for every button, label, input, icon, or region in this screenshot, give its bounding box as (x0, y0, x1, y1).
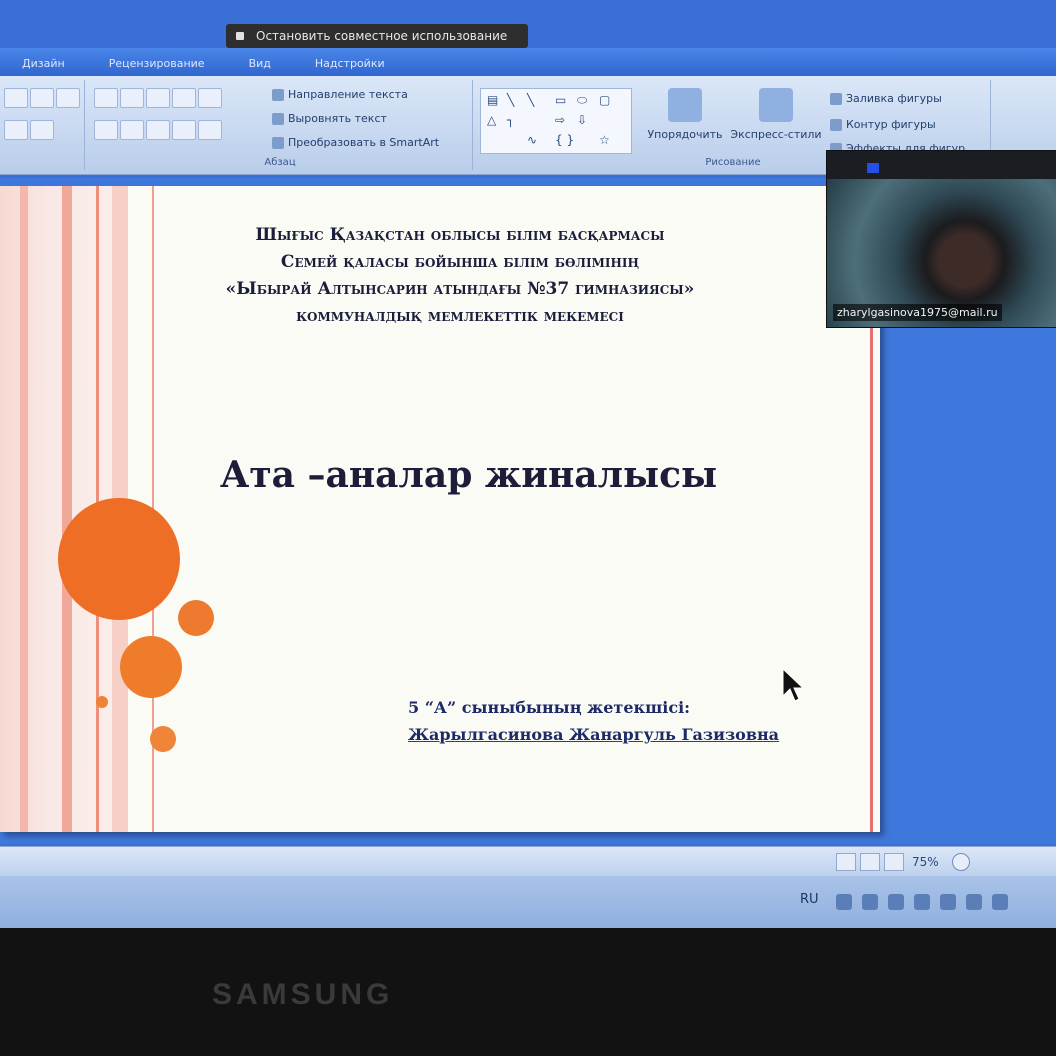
align-text-icon (272, 112, 284, 125)
slideshow-view-icon[interactable] (884, 853, 904, 871)
shape-fill-button[interactable]: Заливка фигуры (830, 92, 942, 105)
connector-shape-icon[interactable]: ┐ (507, 113, 514, 127)
textbox-shape-icon[interactable]: ▤ (487, 93, 498, 107)
smartart-icon (272, 136, 284, 149)
arrange-button[interactable]: Упорядочить (644, 88, 726, 141)
language-indicator[interactable]: RU (800, 892, 819, 907)
slide[interactable]: Шығыс Қазақстан облысы білім басқармасы … (0, 186, 880, 832)
paint-bucket-icon (830, 92, 842, 105)
tray-app-icon[interactable] (992, 894, 1008, 910)
tab-design[interactable]: Дизайн (0, 57, 87, 76)
rectangle-shape-icon[interactable]: ▭ (555, 93, 566, 107)
author-name: Жарылгасинова Жанаргуль Газизовна (408, 725, 780, 744)
text-direction-button[interactable]: Направление текста (272, 88, 408, 101)
shape-outline-button[interactable]: Контур фигуры (830, 118, 936, 131)
organization-header[interactable]: Шығыс Қазақстан облысы білім басқармасы … (130, 222, 790, 330)
line-spacing-button[interactable] (198, 88, 222, 108)
header-line: Шығыс Қазақстан облысы білім басқармасы (255, 225, 665, 245)
tab-view[interactable]: Вид (227, 57, 293, 76)
zoom-out-icon[interactable] (952, 853, 970, 871)
decrease-indent-button[interactable] (146, 88, 170, 108)
stop-sharing-label: Остановить совместное использование (256, 29, 508, 43)
align-right-button[interactable] (146, 120, 170, 140)
zoom-level[interactable]: 75% (912, 855, 939, 869)
slide-title[interactable]: Ата –аналар жиналысы (220, 454, 717, 496)
arrow-down-shape-icon[interactable]: ⇩ (577, 113, 587, 127)
align-center-button[interactable] (120, 120, 144, 140)
decor-stripe (20, 186, 28, 832)
decor-circle (96, 696, 108, 708)
clear-format-button[interactable] (56, 88, 80, 108)
decor-stripe (62, 186, 72, 832)
triangle-shape-icon[interactable]: △ (487, 113, 496, 127)
curve-shape-icon[interactable]: ∿ (527, 133, 537, 147)
decor-circle (150, 726, 176, 752)
line-shape-icon[interactable]: ╲ (507, 93, 514, 107)
font-shrink-button[interactable] (30, 88, 54, 108)
monitor-bezel: SAMSUNG (0, 928, 1056, 1056)
quick-styles-icon (759, 88, 793, 122)
text-direction-icon (272, 88, 284, 101)
video-overlay[interactable]: zharylgasinova1975@mail.ru (826, 150, 1056, 328)
bullets-button[interactable] (94, 88, 118, 108)
star-shape-icon[interactable]: ☆ (599, 133, 610, 147)
case-button[interactable] (4, 120, 28, 140)
line-shape-icon[interactable]: ╲ (527, 93, 534, 107)
screen: Остановить совместное использование Диза… (0, 0, 1056, 928)
participant-label: zharylgasinova1975@mail.ru (833, 304, 1002, 321)
decor-circle (178, 600, 214, 636)
justify-button[interactable] (172, 120, 196, 140)
author-block[interactable]: 5 “А” сыныбының жетекшісі: Жарылгасинова… (408, 694, 779, 748)
shapes-gallery[interactable]: ▤ ╲ ╲ ▭ ⬭ ▢ △ ┐ ⇨ ⇩ ∿ { } ☆ (480, 88, 632, 154)
ribbon-tabs: Дизайн Рецензирование Вид Надстройки (0, 48, 1056, 76)
align-left-button[interactable] (94, 120, 118, 140)
sorter-view-icon[interactable] (860, 853, 880, 871)
decor-circle-large (58, 498, 180, 620)
normal-view-icon[interactable] (836, 853, 856, 871)
align-text-button[interactable]: Выровнять текст (272, 112, 387, 125)
volume-icon[interactable] (914, 894, 930, 910)
tab-addins[interactable]: Надстройки (293, 57, 407, 76)
paragraph-group: Направление текста Выровнять текст Преоб… (88, 80, 473, 170)
paragraph-group-label: Абзац (264, 157, 296, 168)
header-line: Семей қаласы бойынша білім бөлімінің (280, 252, 640, 272)
font-color-button[interactable] (30, 120, 54, 140)
quick-styles-button[interactable]: Экспресс-стили (728, 88, 824, 141)
taskbar: RU (0, 876, 1056, 928)
arrange-icon (668, 88, 702, 122)
video-indicator-icon (867, 163, 879, 173)
author-role: 5 “А” сыныбының жетекшісі: (408, 698, 691, 717)
tray-app-icon[interactable] (862, 894, 878, 910)
network-icon[interactable] (940, 894, 956, 910)
signal-icon[interactable] (966, 894, 982, 910)
font-grow-button[interactable] (4, 88, 28, 108)
font-group (0, 80, 85, 170)
status-bar: 75% (0, 846, 1056, 877)
decor-circle (120, 636, 182, 698)
header-line: коммуналдық мемлекеттік мекемесі (296, 306, 624, 326)
pen-icon (830, 118, 842, 131)
view-buttons (836, 853, 904, 871)
oval-shape-icon[interactable]: ⬭ (577, 93, 587, 108)
header-line: «Ыбырай Алтынсарин атындағы №37 гимназия… (225, 279, 695, 299)
tab-review[interactable]: Рецензирование (87, 57, 227, 76)
tray-app-icon[interactable] (836, 894, 852, 910)
mouse-cursor-icon (782, 667, 805, 702)
monitor-brand-logo: SAMSUNG (212, 978, 394, 1011)
columns-button[interactable] (198, 120, 222, 140)
numbering-button[interactable] (120, 88, 144, 108)
brace-shape-icon[interactable]: { } (555, 133, 574, 147)
stop-icon (236, 32, 244, 40)
rounded-rect-shape-icon[interactable]: ▢ (599, 93, 610, 107)
tray-app-icon[interactable] (888, 894, 904, 910)
convert-smartart-button[interactable]: Преобразовать в SmartArt (272, 136, 439, 149)
system-tray (836, 894, 1008, 910)
increase-indent-button[interactable] (172, 88, 196, 108)
stop-sharing-bar[interactable]: Остановить совместное использование (226, 24, 528, 48)
arrow-right-shape-icon[interactable]: ⇨ (555, 113, 565, 127)
